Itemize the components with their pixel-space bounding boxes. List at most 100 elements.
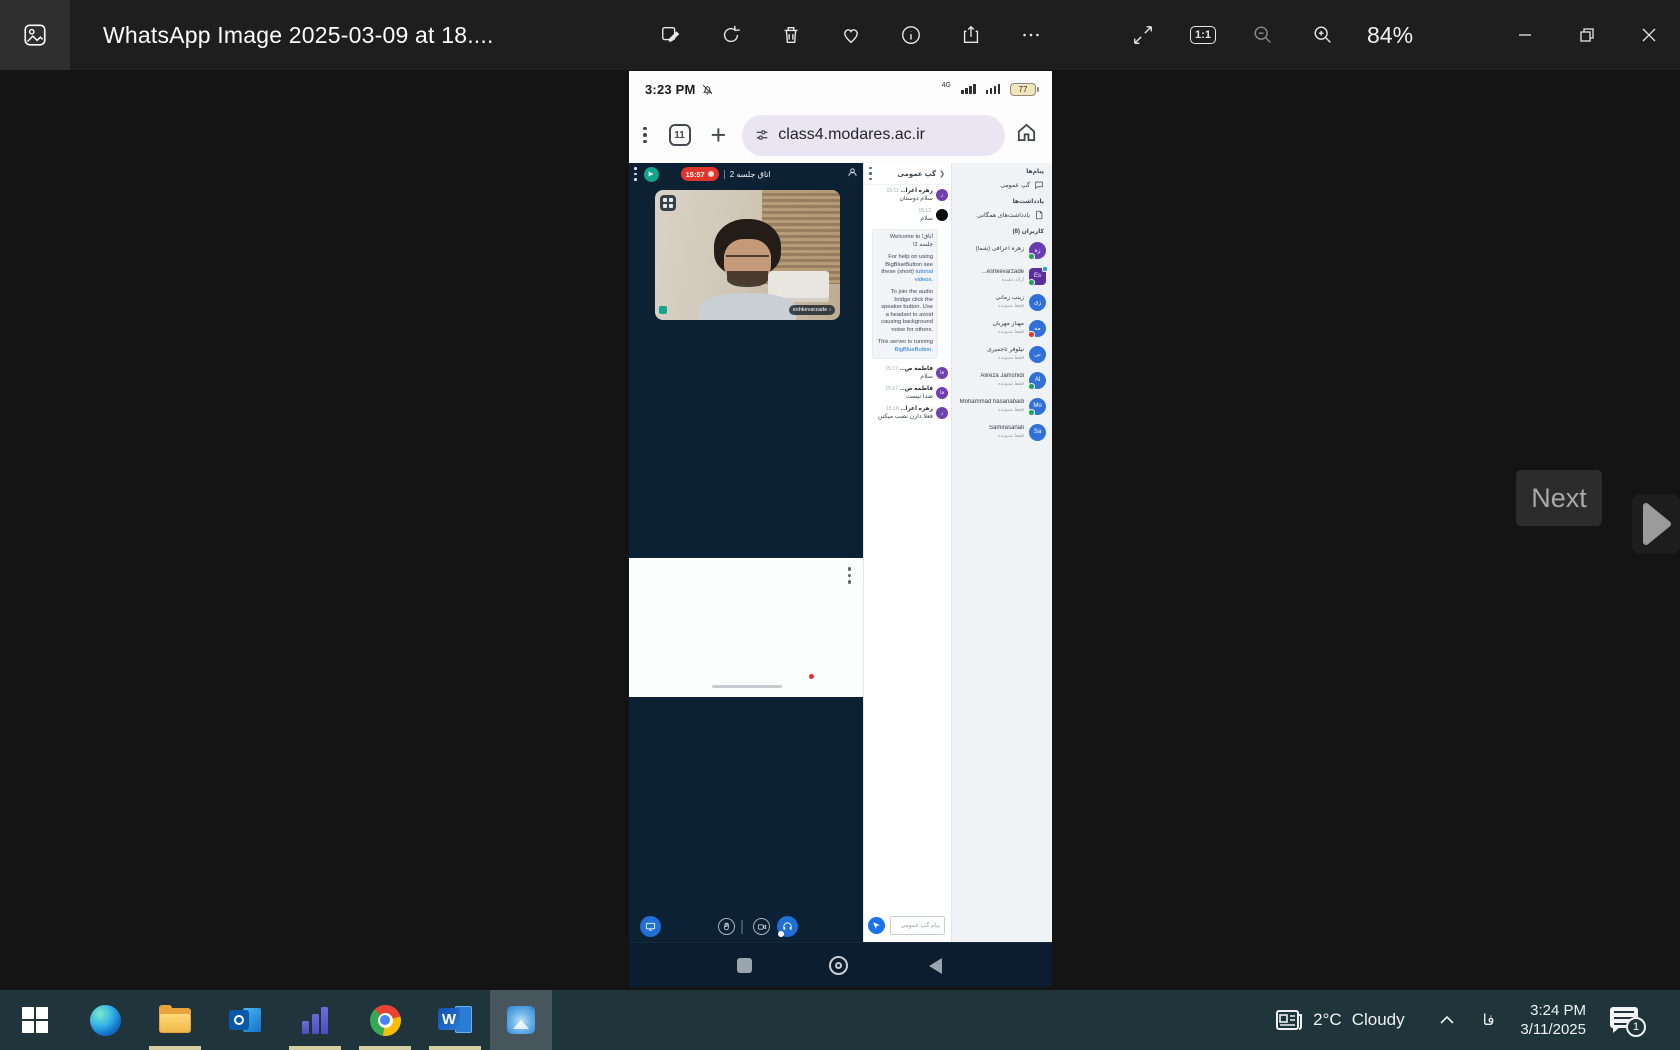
share-button[interactable] xyxy=(951,11,991,59)
close-button[interactable] xyxy=(1618,0,1680,70)
chat-message: ززهره اعرا...15:18فعلا دارن نصب میکنن xyxy=(864,403,951,423)
tab-switcher-button[interactable]: 11 xyxy=(669,124,691,146)
show-hidden-icons-button[interactable] xyxy=(1439,1014,1455,1026)
chat-message: 15:12سلام xyxy=(864,205,951,225)
user-row[interactable]: زیزینب زمانیفقط شنونده xyxy=(952,289,1052,315)
network-type-label: 4G xyxy=(942,82,951,89)
user-name: Mohammad hasanabadi xyxy=(960,399,1024,407)
raise-hand-button[interactable] xyxy=(718,918,735,935)
notification-center-button[interactable]: 1 xyxy=(1610,1007,1640,1033)
zoom-out-button[interactable] xyxy=(1243,11,1283,59)
photos-titlebar: WhatsApp Image 2025-03-09 at 18.... 1:1 xyxy=(0,0,1680,70)
chat-options-icon[interactable] xyxy=(869,167,872,181)
next-image-button[interactable] xyxy=(1632,494,1680,554)
running-indicator xyxy=(289,1046,341,1050)
chat-timestamp: 15:17 xyxy=(885,366,898,372)
user-row[interactable]: Eseshkevarzade...ارائه دهنده xyxy=(952,263,1052,289)
webcam-video-tile[interactable]: eshkevarzade› xyxy=(655,190,840,320)
notes-section-label: یادداشت‌ها xyxy=(952,193,1052,207)
user-row[interactable]: SaSamirasanatiفقط شنونده xyxy=(952,419,1052,445)
word-icon: W xyxy=(438,1005,472,1035)
home-nav-button[interactable] xyxy=(829,956,848,975)
whiteboard-menu-icon[interactable] xyxy=(848,567,852,584)
chat-text: سلام xyxy=(867,215,933,222)
recording-badge[interactable]: 15:57 xyxy=(681,167,719,181)
favorite-button[interactable] xyxy=(831,11,871,59)
video-layout-icon[interactable] xyxy=(660,195,676,211)
signal-icon xyxy=(961,84,976,94)
home-button[interactable] xyxy=(1015,121,1038,149)
taskbar-powerbi-button[interactable] xyxy=(280,990,350,1050)
phone-status-bar: 3:23 PM 4G 77 xyxy=(629,71,1052,107)
site-settings-icon xyxy=(754,127,770,143)
user-name: مهناز مهربان xyxy=(993,321,1024,329)
running-indicator xyxy=(149,1046,201,1050)
new-tab-button[interactable]: + xyxy=(711,125,727,145)
recents-button[interactable] xyxy=(737,958,752,973)
bbb-options-icon[interactable] xyxy=(634,167,637,181)
chat-message-input[interactable] xyxy=(890,916,945,935)
chat-close-icon[interactable]: ❯ xyxy=(939,170,945,178)
system-tray: 2°C Cloudy فا 3:24 PM 3/11/2025 1 xyxy=(1275,990,1640,1050)
avatar: نی xyxy=(1029,346,1046,363)
user-role: فقط شنونده xyxy=(960,407,1024,414)
avatar xyxy=(936,209,948,221)
avatar: مه xyxy=(1029,320,1046,337)
public-chat-item[interactable]: گپ عمومی xyxy=(952,177,1052,193)
back-button[interactable] xyxy=(929,958,942,974)
screenshare-button[interactable] xyxy=(640,916,661,937)
windows-taskbar: W 2°C Cloudy فا 3:24 PM 3/11/2025 1 xyxy=(0,990,1680,1050)
user-row[interactable]: MoMohammad hasanabadiفقط شنونده xyxy=(952,393,1052,419)
actual-size-button[interactable]: 1:1 xyxy=(1183,11,1223,59)
taskbar-edge-button[interactable] xyxy=(70,990,140,1050)
file-explorer-icon xyxy=(159,1008,191,1033)
user-row[interactable]: مهمهناز مهربانفقط شنونده xyxy=(952,315,1052,341)
presentation-whiteboard[interactable] xyxy=(629,558,863,697)
messages-section-label: پیام‌ها xyxy=(952,163,1052,177)
taskbar-explorer-button[interactable] xyxy=(140,990,210,1050)
user-status-icon[interactable] xyxy=(847,165,858,183)
bbb-top-bar: 15:57 اتاق جلسه 2 xyxy=(629,163,863,185)
url-bar[interactable]: class4.modares.ac.ir xyxy=(742,115,1005,156)
info-button[interactable] xyxy=(891,11,931,59)
taskbar-photos-button[interactable] xyxy=(490,990,552,1050)
delete-button[interactable] xyxy=(771,11,811,59)
bigbluebutton-link[interactable]: BigBlueButton. xyxy=(895,347,933,353)
more-options-button[interactable] xyxy=(1011,11,1051,59)
camera-button[interactable] xyxy=(753,918,770,935)
browser-menu-icon[interactable] xyxy=(643,127,647,144)
users-list: زهزهره اعرافی (شما)Eseshkevarzade...ارائ… xyxy=(952,237,1052,445)
windows-logo-icon xyxy=(22,1007,48,1033)
photo-canvas: 3:23 PM 4G 77 11 + class4.modares. xyxy=(0,70,1680,990)
taskbar-chrome-button[interactable] xyxy=(350,990,420,1050)
zoom-level: 84% xyxy=(1367,22,1413,49)
chat-author: فاطمه ص...15:17 xyxy=(867,386,933,392)
taskbar-start-button[interactable] xyxy=(0,990,70,1050)
edit-image-button[interactable] xyxy=(651,11,691,59)
photos-app-icon xyxy=(0,0,70,70)
news-weather-widget[interactable]: 2°C Cloudy xyxy=(1275,1008,1404,1032)
weather-condition: Cloudy xyxy=(1352,1010,1405,1030)
shared-notes-item[interactable]: یادداشت‌های همگانی xyxy=(952,207,1052,223)
running-indicator xyxy=(429,1046,481,1050)
fullscreen-button[interactable] xyxy=(1123,11,1163,59)
photos-icon xyxy=(507,1006,535,1034)
restore-button[interactable] xyxy=(1556,0,1618,70)
taskbar-outlook-button[interactable] xyxy=(210,990,280,1050)
next-tooltip: Next xyxy=(1516,470,1602,526)
online-badge-icon xyxy=(1028,253,1035,260)
avatar: زی xyxy=(1029,294,1046,311)
user-row[interactable]: نینیلوفر تاجمیریفقط شنونده xyxy=(952,341,1052,367)
keyboard-language-indicator[interactable]: فا xyxy=(1483,1011,1495,1029)
taskbar-word-button[interactable]: W xyxy=(420,990,490,1050)
bbb-logo-icon xyxy=(644,167,659,182)
user-row[interactable]: زهزهره اعرافی (شما) xyxy=(952,237,1052,263)
tutorial-videos-link[interactable]: tutorial videos. xyxy=(915,269,933,283)
user-row[interactable]: AlAlireza Jamshidiفقط شنونده xyxy=(952,367,1052,393)
photo-phone-screenshot: 3:23 PM 4G 77 11 + class4.modares. xyxy=(629,71,1052,987)
rotate-button[interactable] xyxy=(711,11,751,59)
taskbar-clock[interactable]: 3:24 PM 3/11/2025 xyxy=(1520,1001,1586,1039)
minimize-button[interactable] xyxy=(1494,0,1556,70)
send-message-button[interactable] xyxy=(868,917,885,934)
zoom-in-button[interactable] xyxy=(1303,11,1343,59)
